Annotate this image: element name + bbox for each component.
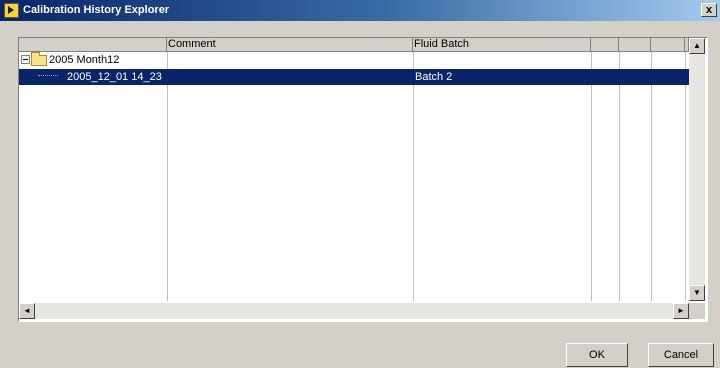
column-header-name[interactable]	[19, 38, 167, 52]
folder-icon	[31, 52, 47, 66]
title-bar[interactable]: Calibration History Explorer x	[0, 0, 720, 21]
column-divider	[685, 52, 686, 301]
column-header-extra-3[interactable]	[651, 38, 685, 52]
column-divider	[413, 52, 414, 301]
column-divider	[591, 52, 592, 301]
vertical-scrollbar[interactable]: ▲ ▼	[689, 38, 705, 301]
history-tree-table[interactable]: Comment Fluid Batch 2005 Month12 2005_12…	[18, 37, 708, 322]
row-name: 2005 Month12	[49, 54, 120, 66]
row-fluid-batch: Batch 2	[415, 71, 453, 83]
horizontal-scrollbar[interactable]: ◄ ►	[19, 303, 689, 319]
scroll-left-icon[interactable]: ◄	[19, 303, 35, 319]
calibration-history-dialog: Calibration History Explorer x Comment F…	[0, 0, 720, 368]
ok-button[interactable]: OK	[566, 343, 628, 367]
column-header-row: Comment Fluid Batch	[19, 38, 689, 52]
scroll-down-icon[interactable]: ▼	[689, 285, 705, 301]
close-button[interactable]: x	[701, 3, 717, 17]
row-name: 2005_12_01 14_23	[67, 71, 162, 83]
column-header-comment[interactable]: Comment	[167, 38, 413, 52]
scroll-up-icon[interactable]: ▲	[689, 38, 705, 54]
collapse-toggle-icon[interactable]	[21, 55, 30, 64]
column-header-fluid-batch[interactable]: Fluid Batch	[413, 38, 591, 52]
column-divider	[651, 52, 652, 301]
tree-connector	[38, 75, 58, 76]
column-header-extra-1[interactable]	[591, 38, 619, 52]
scroll-right-icon[interactable]: ►	[673, 303, 689, 319]
tree-row-folder[interactable]: 2005 Month12	[19, 52, 689, 68]
column-header-extra-2[interactable]	[619, 38, 651, 52]
app-icon	[4, 3, 19, 18]
tree-row-item-selected[interactable]: 2005_12_01 14_23 Batch 2	[19, 69, 689, 85]
cancel-button[interactable]: Cancel	[648, 343, 714, 367]
window-title: Calibration History Explorer	[23, 4, 170, 16]
column-divider	[619, 52, 620, 301]
column-divider	[167, 52, 168, 301]
scroll-corner	[689, 303, 705, 319]
